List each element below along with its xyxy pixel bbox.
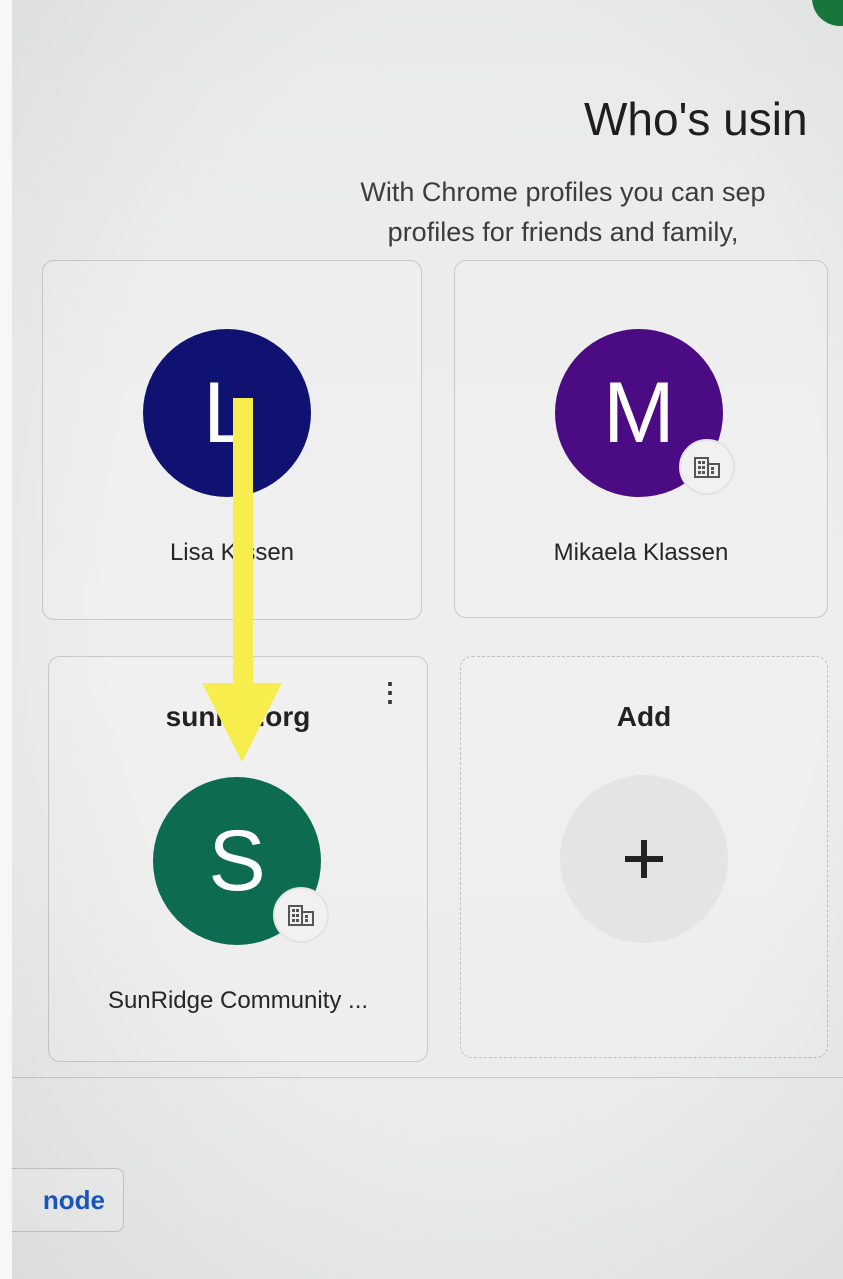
profile-card-mikaela[interactable]: M Mikaela Klassen — [454, 260, 828, 618]
add-profile-button[interactable] — [560, 775, 728, 943]
add-profile-card[interactable]: Add — [460, 656, 828, 1058]
profile-picker-screen: Who's usin With Chrome profiles you can … — [12, 0, 843, 1279]
subtitle-line-1: With Chrome profiles you can sep — [360, 177, 766, 207]
avatar-initial: L — [203, 365, 251, 461]
building-icon — [694, 457, 720, 478]
profile-card-lisa[interactable]: L Lisa K ssen — [42, 260, 422, 620]
building-icon — [288, 905, 314, 926]
subtitle-line-2: profiles for friends and family, — [387, 217, 739, 247]
profile-card-sunridge[interactable]: sunri e.org ⋮ S SunRidge Community ... — [48, 656, 428, 1062]
avatar-initial: S — [208, 813, 266, 909]
profile-name: SunRidge Community ... — [107, 987, 369, 1014]
footer-divider — [12, 1077, 843, 1078]
managed-badge — [679, 439, 735, 495]
guest-mode-button[interactable]: node — [12, 1168, 124, 1232]
avatar-initial: M — [603, 365, 675, 461]
plus-icon — [625, 840, 663, 878]
profile-name: Lisa K ssen — [169, 539, 295, 566]
profile-name: Mikaela Klassen — [553, 539, 729, 566]
managed-badge — [273, 887, 329, 943]
top-corner-avatar — [812, 0, 843, 26]
add-profile-label: Add — [616, 701, 672, 732]
more-vert-icon[interactable]: ⋮ — [377, 679, 403, 705]
page-title: Who's usin — [584, 93, 808, 145]
page-subtitle: With Chrome profiles you can sep profile… — [283, 172, 843, 252]
profile-org-domain: sunri e.org — [165, 701, 311, 732]
profile-avatar: L — [143, 329, 311, 497]
